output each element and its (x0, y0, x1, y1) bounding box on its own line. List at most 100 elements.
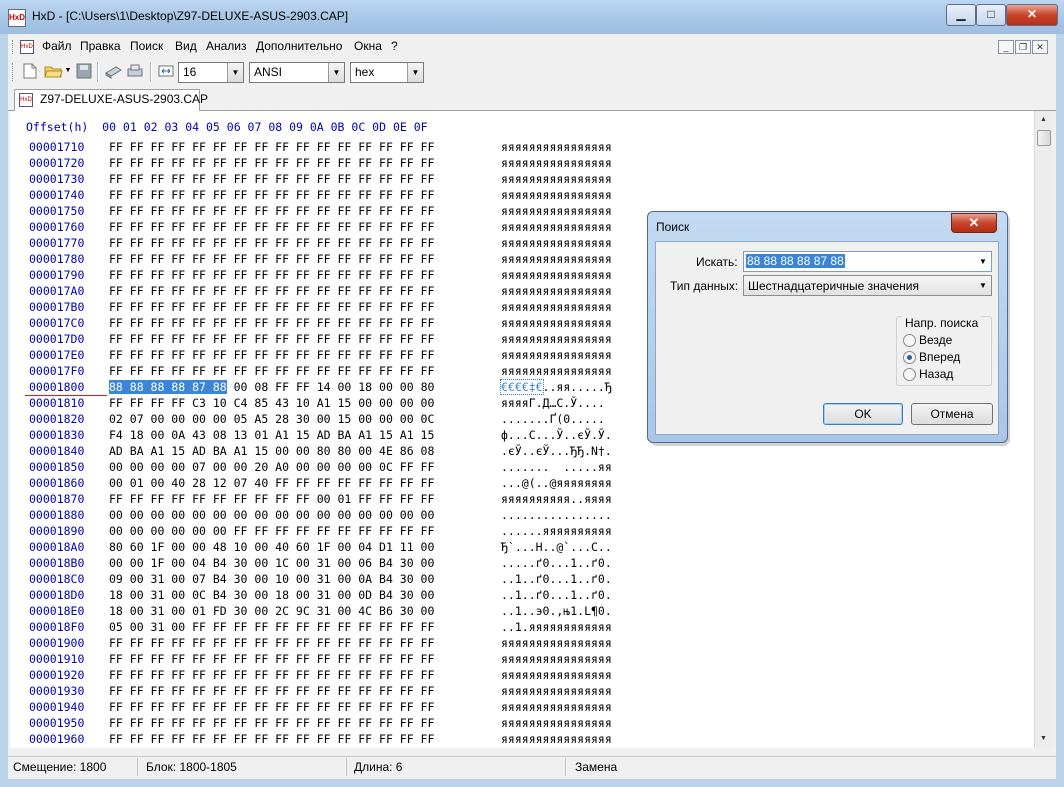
row-text-content[interactable]: яяяяяяяяяяяяяяяя (501, 636, 612, 650)
row-bytes[interactable]: FF FF FF FF FF FF FF FF FF FF FF FF FF F… (109, 732, 434, 746)
row-bytes[interactable]: FF FF FF FF FF FF FF FF FF FF FF FF FF F… (109, 668, 434, 682)
row-text-content[interactable]: яяяяяяяяяяяяяяяя (501, 668, 612, 682)
menu-analysis[interactable]: Анализ (206, 39, 247, 53)
row-text[interactable]: Ђ`...H..@`...С.. (501, 540, 612, 554)
row-bytes-text[interactable]: FF FF FF FF FF FF FF FF FF FF FF FF FF F… (109, 332, 434, 346)
row-bytes[interactable]: FF FF FF FF FF FF FF FF FF FF FF FF FF F… (109, 300, 434, 314)
scroll-thumb[interactable] (1037, 130, 1051, 146)
ram-icon[interactable] (104, 63, 122, 79)
row-bytes-text[interactable]: AD BA A1 15 AD BA A1 15 00 00 80 80 00 4… (109, 444, 434, 458)
row-text-content[interactable]: ..яя.....Ђ (543, 380, 612, 394)
row-bytes-text[interactable]: F4 18 00 0A 43 08 13 01 A1 15 AD BA A1 1… (109, 428, 434, 442)
row-text-content[interactable]: яяяяяяяяяяяяяяяя (501, 204, 612, 218)
row-bytes[interactable]: FF FF FF FF FF FF FF FF FF FF FF FF FF F… (109, 204, 434, 218)
row-text[interactable]: ...@(..@яяяяяяяя (501, 476, 612, 490)
menu-extras[interactable]: Дополнительно (256, 39, 342, 53)
row-bytes-text[interactable]: FF FF FF FF FF FF FF FF FF FF FF FF FF F… (109, 636, 434, 650)
open-folder-icon[interactable] (44, 63, 64, 79)
menu-search[interactable]: Поиск (130, 39, 163, 53)
row-bytes-text[interactable]: FF FF FF FF FF FF FF FF FF FF FF FF FF F… (109, 140, 434, 154)
selected-bytes[interactable]: 88 88 88 88 87 88 (109, 380, 227, 394)
mdi-restore-button[interactable]: ❐ (1015, 40, 1031, 54)
row-text-content[interactable]: яяяяяяяяяяяяяяяя (501, 700, 612, 714)
menu-help[interactable]: ? (391, 39, 398, 53)
row-text[interactable]: яяяяяяяяяяяяяяяя (501, 140, 612, 154)
row-bytes[interactable]: FF FF FF FF FF FF FF FF FF FF FF FF FF F… (109, 316, 434, 330)
row-text-content[interactable]: ......яяяяяяяяяя (501, 524, 612, 538)
row-text[interactable]: яяяяяяяяяяяяяяяя (501, 700, 612, 714)
row-text-content[interactable]: яяяяяяяяяяяяяяяя (501, 284, 612, 298)
row-bytes-text[interactable]: FF FF FF FF C3 10 C4 85 43 10 A1 15 00 0… (109, 396, 434, 410)
row-text-content[interactable]: яяяяяяяяяяяяяяяя (501, 364, 612, 378)
row-bytes[interactable]: FF FF FF FF FF FF FF FF FF FF FF FF FF F… (109, 332, 434, 346)
datatype-select[interactable]: Шестнадцатеричные значения ▼ (743, 275, 992, 296)
row-bytes[interactable]: 88 88 88 88 87 88 00 08 FF FF 14 00 18 0… (109, 380, 434, 394)
row-bytes[interactable]: FF FF FF FF FF FF FF FF FF FF FF FF FF F… (109, 268, 434, 282)
row-text[interactable]: яяяяяяяяяяяяяяяя (501, 668, 612, 682)
row-text[interactable]: ф...С...Ў..єЎ.Ў. (501, 428, 612, 442)
row-bytes-text[interactable]: 05 00 31 00 FF FF FF FF FF FF FF FF FF F… (109, 620, 434, 634)
row-bytes-text[interactable]: FF FF FF FF FF FF FF FF FF FF FF FF FF F… (109, 700, 434, 714)
row-bytes-text[interactable]: FF FF FF FF FF FF FF FF FF FF FF FF FF F… (109, 204, 434, 218)
row-text[interactable]: яяяяяяяяяяяяяяяя (501, 348, 612, 362)
row-bytes-text[interactable]: FF FF FF FF FF FF FF FF FF FF FF FF FF F… (109, 300, 434, 314)
row-bytes[interactable]: FF FF FF FF FF FF FF FF FF FF FF FF FF F… (109, 284, 434, 298)
row-bytes[interactable]: FF FF FF FF FF FF FF FF FF FF FF FF FF F… (109, 636, 434, 650)
row-bytes-text[interactable]: FF FF FF FF FF FF FF FF FF FF FF FF FF F… (109, 652, 434, 666)
row-bytes-text[interactable]: 00 01 00 40 28 12 07 40 FF FF FF FF FF F… (109, 476, 434, 490)
row-text[interactable]: яяяяяяяяяяяяяяяя (501, 364, 612, 378)
row-text-content[interactable]: яяяяяяяяяяяяяяяя (501, 236, 612, 250)
row-bytes[interactable]: 00 01 00 40 28 12 07 40 FF FF FF FF FF F… (109, 476, 434, 490)
row-text-content[interactable]: ..1..э0.,њ1.L¶0. (501, 604, 612, 618)
row-text[interactable]: яяяяяяяяяяяяяяяя (501, 156, 612, 170)
row-text[interactable]: ..1.яяяяяяяяяяяя (501, 620, 612, 634)
row-bytes-text[interactable]: FF FF FF FF FF FF FF FF FF FF FF FF FF F… (109, 172, 434, 186)
vertical-scrollbar[interactable]: ▲ ▼ (1034, 111, 1052, 748)
row-text[interactable]: яяяяГ.Д…С.Ў.... (501, 396, 605, 410)
offset-base-combo[interactable]: hex ▼ (350, 62, 424, 83)
row-text-content[interactable]: яяяяяяяяяяяяяяяя (501, 732, 612, 746)
chevron-down-icon[interactable]: ▼ (976, 253, 990, 270)
row-text[interactable]: .єЎ..єЎ...ЂЂ.N†. (501, 444, 612, 458)
row-bytes[interactable]: FF FF FF FF FF FF FF FF FF FF 00 01 FF F… (109, 492, 434, 506)
row-bytes-text[interactable]: FF FF FF FF FF FF FF FF FF FF FF FF FF F… (109, 252, 434, 266)
row-bytes[interactable]: 00 00 00 00 00 00 FF FF FF FF FF FF FF F… (109, 524, 434, 538)
row-text[interactable]: яяяяяяяяяяяяяяяя (501, 284, 612, 298)
row-text[interactable]: яяяяяяяяяяяяяяяя (501, 636, 612, 650)
open-dropdown-icon[interactable]: ▼ (64, 63, 72, 79)
scroll-down-icon[interactable]: ▼ (1036, 731, 1051, 747)
row-bytes[interactable]: FF FF FF FF C3 10 C4 85 43 10 A1 15 00 0… (109, 396, 434, 410)
row-text-content[interactable]: яяяяяяяяяяяяяяяя (501, 716, 612, 730)
row-bytes[interactable]: 18 00 31 00 01 FD 30 00 2C 9C 31 00 4C B… (109, 604, 434, 618)
row-text[interactable]: ..1..ґ0...1..ґ0. (501, 572, 612, 586)
row-bytes[interactable]: FF FF FF FF FF FF FF FF FF FF FF FF FF F… (109, 220, 434, 234)
bytes-per-row-combo[interactable]: 16 ▼ (178, 62, 244, 83)
row-text-content[interactable]: ..1.яяяяяяяяяяяя (501, 620, 612, 634)
row-bytes-text[interactable]: FF FF FF FF FF FF FF FF FF FF 00 01 FF F… (109, 492, 434, 506)
row-text[interactable]: яяяяяяяяяяяяяяяя (501, 316, 612, 330)
row-text[interactable]: яяяяяяяяяяяяяяяя (501, 684, 612, 698)
row-bytes[interactable]: FF FF FF FF FF FF FF FF FF FF FF FF FF F… (109, 236, 434, 250)
row-bytes-text[interactable]: FF FF FF FF FF FF FF FF FF FF FF FF FF F… (109, 156, 434, 170)
row-bytes-text[interactable]: 00 00 00 00 00 00 00 00 00 00 00 00 00 0… (109, 508, 434, 522)
row-text-content[interactable]: ф...С...Ў..єЎ.Ў. (501, 428, 612, 442)
menu-edit[interactable]: Правка (80, 39, 121, 53)
row-bytes-text[interactable]: FF FF FF FF FF FF FF FF FF FF FF FF FF F… (109, 236, 434, 250)
save-icon[interactable] (76, 63, 92, 79)
row-bytes-text[interactable]: 00 08 FF FF 14 00 18 00 00 80 (227, 380, 435, 394)
row-text-content[interactable]: яяяяяяяяяяяяяяяя (501, 252, 612, 266)
row-bytes[interactable]: FF FF FF FF FF FF FF FF FF FF FF FF FF F… (109, 140, 434, 154)
row-bytes-text[interactable]: FF FF FF FF FF FF FF FF FF FF FF FF FF F… (109, 316, 434, 330)
row-text[interactable]: ......яяяяяяяяяя (501, 524, 612, 538)
row-text[interactable]: яяяяяяяяяя..яяяя (501, 492, 612, 506)
dialog-close-button[interactable]: ✕ (951, 213, 997, 233)
row-text-content[interactable]: ..1..ґ0...1..ґ0. (501, 588, 612, 602)
new-file-icon[interactable] (22, 63, 38, 79)
row-text-content[interactable]: яяяяяяяяяяяяяяяя (501, 652, 612, 666)
row-text[interactable]: ..1..э0.,њ1.L¶0. (501, 604, 612, 618)
chevron-down-icon[interactable]: ▼ (407, 63, 423, 82)
row-bytes[interactable]: 00 00 00 00 00 00 00 00 00 00 00 00 00 0… (109, 508, 434, 522)
row-text-content[interactable]: яяяяяяяяяяяяяяяя (501, 332, 612, 346)
row-text[interactable]: ................ (501, 508, 612, 522)
row-text-content[interactable]: .єЎ..єЎ...ЂЂ.N†. (501, 444, 612, 458)
